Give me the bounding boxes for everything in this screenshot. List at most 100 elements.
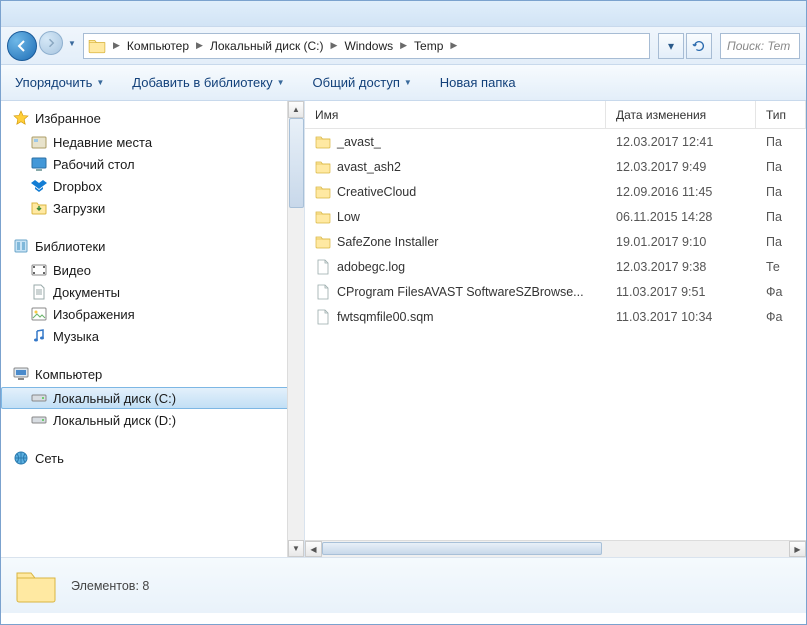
sidebar-group-network[interactable]: Сеть: [1, 447, 304, 469]
sidebar-item-recent[interactable]: Недавние места: [1, 131, 304, 153]
file-row[interactable]: CProgram FilesAVAST SoftwareSZBrowse...1…: [305, 279, 806, 304]
address-dropdown-button[interactable]: ▾: [658, 33, 684, 59]
folder-icon: [315, 159, 331, 175]
file-icon: [315, 259, 331, 275]
column-name[interactable]: Имя: [305, 101, 606, 128]
file-row[interactable]: avast_ash2 12.03.2017 9:49Па: [305, 154, 806, 179]
breadcrumb-drive-c[interactable]: Локальный диск (C:): [206, 34, 328, 58]
file-date: 19.01.2017 9:10: [606, 235, 756, 249]
file-name: Low: [337, 210, 360, 224]
file-type: Фа: [756, 310, 806, 324]
sidebar: Избранное Недавние места Рабочий стол Dr…: [1, 101, 305, 557]
folder-icon: [88, 37, 106, 55]
forward-button[interactable]: [39, 31, 63, 55]
file-name: fwtsqmfile00.sqm: [337, 310, 434, 324]
breadcrumb-sep-icon[interactable]: ▶: [328, 40, 341, 51]
file-row[interactable]: adobegc.log12.03.2017 9:38Те: [305, 254, 806, 279]
file-type: Те: [756, 260, 806, 274]
sidebar-item-pictures[interactable]: Изображения: [1, 303, 304, 325]
sidebar-item-drive-c[interactable]: Локальный диск (C:): [1, 387, 304, 409]
new-folder-button[interactable]: Новая папка: [440, 75, 516, 90]
refresh-button[interactable]: [686, 33, 712, 59]
breadcrumb-windows[interactable]: Windows: [340, 34, 397, 58]
file-list[interactable]: _avast_12.03.2017 12:41Паavast_ash212.03…: [305, 129, 806, 540]
scroll-thumb[interactable]: [289, 118, 304, 208]
file-name: avast_ash2: [337, 160, 401, 174]
file-row[interactable]: SafeZone Installer 19.01.2017 9:10Па: [305, 229, 806, 254]
file-icon: [315, 309, 331, 325]
sidebar-item-desktop[interactable]: Рабочий стол: [1, 153, 304, 175]
chevron-down-icon: ▼: [404, 78, 412, 87]
hdd-icon: [31, 390, 47, 406]
folder-icon: [315, 209, 331, 225]
breadcrumb-sep-icon[interactable]: ▶: [447, 40, 460, 51]
file-type: Фа: [756, 285, 806, 299]
search-input[interactable]: Поиск: Tem: [720, 33, 800, 59]
file-type: Па: [756, 185, 806, 199]
column-date[interactable]: Дата изменения: [606, 101, 756, 128]
address-bar[interactable]: ▶ Компьютер ▶ Локальный диск (C:) ▶ Wind…: [83, 33, 650, 59]
sidebar-item-music[interactable]: Музыка: [1, 325, 304, 347]
column-headers: Имя Дата изменения Тип: [305, 101, 806, 129]
star-icon: [13, 110, 29, 126]
include-in-library-button[interactable]: Добавить в библиотеку▼: [132, 75, 284, 90]
breadcrumb-sep-icon[interactable]: ▶: [110, 40, 123, 51]
sidebar-item-drive-d[interactable]: Локальный диск (D:): [1, 409, 304, 431]
hdd-icon: [31, 412, 47, 428]
scroll-right-button[interactable]: ▶: [789, 541, 806, 557]
file-row[interactable]: _avast_ 12.03.2017 12:41Па: [305, 129, 806, 154]
file-row[interactable]: Low06.11.2015 14:28Па: [305, 204, 806, 229]
content-hscrollbar[interactable]: ◀ ▶: [305, 540, 806, 557]
breadcrumb-sep-icon[interactable]: ▶: [397, 40, 410, 51]
breadcrumb-temp[interactable]: Temp: [410, 34, 447, 58]
downloads-icon: [31, 200, 47, 216]
file-name: SafeZone Installer: [337, 235, 438, 249]
breadcrumb-sep-icon[interactable]: ▶: [193, 40, 206, 51]
breadcrumb-computer[interactable]: Компьютер: [123, 34, 193, 58]
dropbox-icon: [31, 178, 47, 194]
document-icon: [31, 284, 47, 300]
nav-history-dropdown[interactable]: ▼: [65, 31, 79, 57]
sidebar-item-dropbox[interactable]: Dropbox: [1, 175, 304, 197]
file-date: 12.03.2017 9:49: [606, 160, 756, 174]
music-icon: [31, 328, 47, 344]
folder-icon: [15, 565, 57, 607]
folder-icon: [315, 134, 331, 150]
folder-icon: [315, 234, 331, 250]
sidebar-group-computer[interactable]: Компьютер: [1, 363, 304, 385]
scroll-up-button[interactable]: ▲: [288, 101, 304, 118]
sidebar-item-documents[interactable]: Документы: [1, 281, 304, 303]
file-type: Па: [756, 160, 806, 174]
sidebar-item-downloads[interactable]: Загрузки: [1, 197, 304, 219]
sidebar-item-video[interactable]: Видео: [1, 259, 304, 281]
sidebar-group-favorites[interactable]: Избранное: [1, 107, 304, 129]
scroll-left-button[interactable]: ◀: [305, 541, 322, 557]
content-pane: Имя Дата изменения Тип _avast_ 12.03.2017…: [305, 101, 806, 557]
status-text: Элементов: 8: [71, 579, 149, 593]
file-row[interactable]: fwtsqmfile00.sqm11.03.2017 10:34Фа: [305, 304, 806, 329]
folder-icon: [315, 184, 331, 200]
file-name: _avast_: [337, 135, 381, 149]
file-row[interactable]: CreativeCloud12.09.2016 11:45Па: [305, 179, 806, 204]
status-bar: Элементов: 8: [1, 557, 806, 613]
scroll-thumb[interactable]: [322, 542, 602, 555]
file-type: Па: [756, 210, 806, 224]
file-type: Па: [756, 135, 806, 149]
scroll-down-button[interactable]: ▼: [288, 540, 304, 557]
file-name: CProgram FilesAVAST SoftwareSZBrowse...: [337, 285, 584, 299]
chevron-down-icon: ▼: [277, 78, 285, 87]
sidebar-scrollbar[interactable]: ▲ ▼: [287, 101, 304, 557]
back-button[interactable]: [7, 31, 37, 61]
file-date: 12.03.2017 12:41: [606, 135, 756, 149]
titlebar: [1, 1, 806, 27]
file-icon: [315, 284, 331, 300]
image-icon: [31, 306, 47, 322]
column-type[interactable]: Тип: [756, 101, 806, 128]
sidebar-group-libraries[interactable]: Библиотеки: [1, 235, 304, 257]
organize-button[interactable]: Упорядочить▼: [15, 75, 104, 90]
search-placeholder: Поиск: Tem: [727, 39, 790, 53]
libraries-icon: [13, 238, 29, 254]
file-name: adobegc.log: [337, 260, 405, 274]
file-type: Па: [756, 235, 806, 249]
share-button[interactable]: Общий доступ▼: [313, 75, 412, 90]
